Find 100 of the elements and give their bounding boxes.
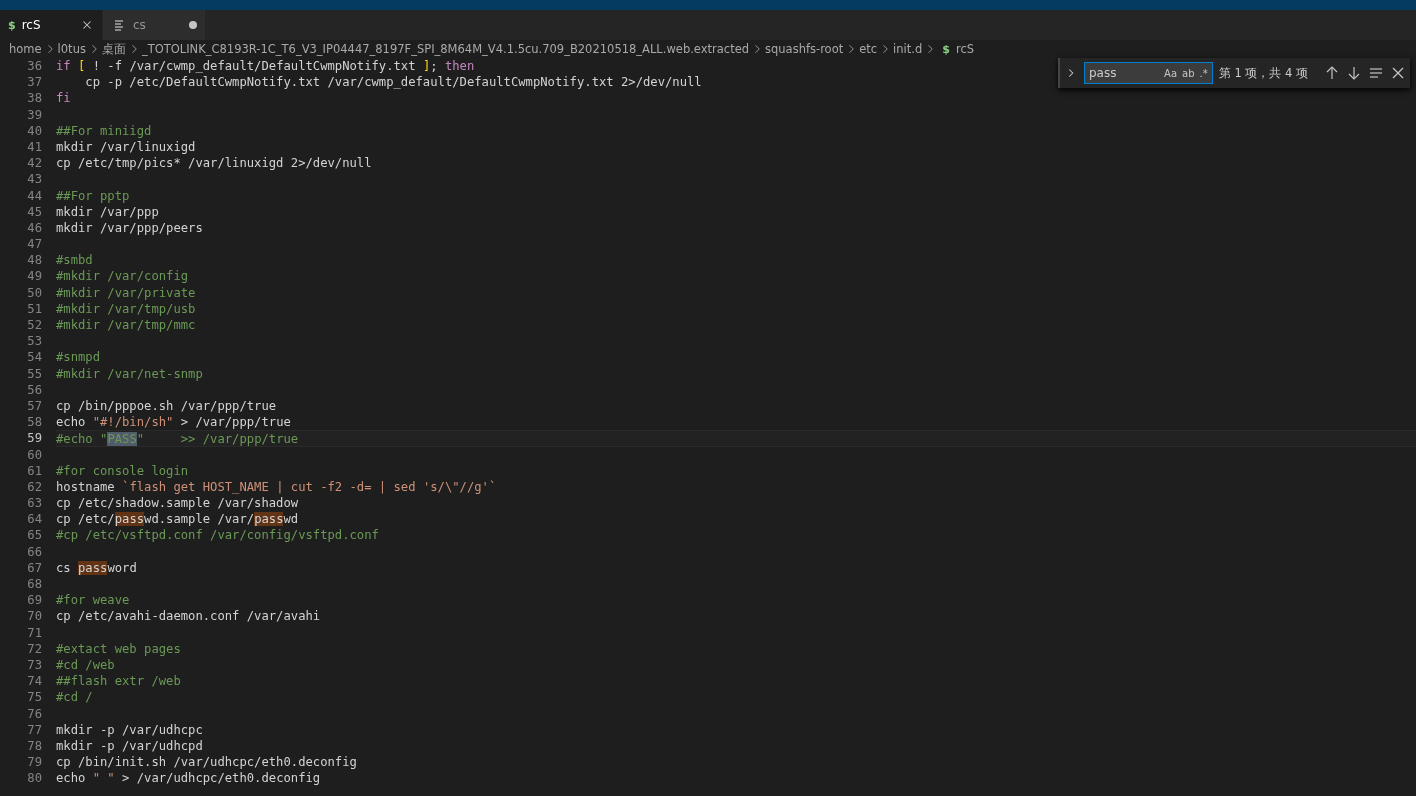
line-number: 40	[26, 122, 43, 139]
line-number: 61	[26, 462, 43, 479]
code-line: mkdir -p /var/udhcpc	[56, 721, 203, 738]
close-icon[interactable]	[1390, 65, 1406, 81]
line-number: 51	[26, 300, 43, 317]
code-line: mkdir -p /var/udhcpd	[56, 737, 203, 755]
line-number: 36	[26, 58, 43, 75]
line-number: 58	[26, 414, 43, 431]
line-number: 76	[26, 705, 43, 722]
code-line: ##flash extr /web	[56, 673, 181, 690]
line-number: 78	[26, 737, 43, 755]
option-toggle[interactable]: .*	[1199, 67, 1208, 79]
line-number: 67	[26, 559, 43, 576]
line-number: 45	[26, 203, 43, 220]
line-number: 73	[26, 656, 43, 674]
line-number: 72	[26, 640, 43, 657]
line-number: 60	[26, 446, 43, 463]
code-line: cp /etc/tmp/pics* /var/linuxigd 2>/dev/null	[56, 155, 372, 172]
code-line: #mkdir /var/private	[56, 284, 196, 301]
line-number: 46	[26, 219, 43, 237]
breadcrumb-item[interactable]: _TOTOLINK_C8193R-1C_T6_V3_IP04447_8197F_SPI_8M64M_V4.1.5cu.709_B20210518_ALL.web.extracted	[141, 42, 750, 56]
line-number: 43	[26, 171, 43, 188]
line-number: 62	[26, 478, 43, 496]
line-number: 69	[26, 592, 43, 609]
line-number: 44	[26, 187, 43, 204]
code-line: #for weave	[56, 592, 130, 609]
code-line: echo "#!/bin/sh" > /var/ppp/true	[56, 414, 291, 431]
line-number: 41	[26, 138, 43, 156]
arrow-down-icon[interactable]	[1346, 65, 1362, 81]
line-number: 68	[26, 576, 43, 593]
code-line: #mkdir /var/tmp/usb	[56, 300, 196, 317]
line-number: 37	[26, 74, 43, 91]
code-line: #echo "PASS" >> /var/ppp/true	[56, 431, 299, 446]
code-line: #mkdir /var/net-snmp	[56, 365, 203, 382]
code-line: cp /bin/init.sh /var/udhcpc/eth0.deconfig	[56, 754, 357, 771]
tab[interactable]: $ rcS	[0, 10, 102, 40]
line-number: 53	[26, 333, 43, 350]
code-line: #snmpd	[56, 349, 101, 366]
code-line: cp -p /etc/DefaultCwmpNotify.txt /var/cwmp_default/DefaultCwmpNotify.txt 2>/dev/null	[84, 74, 702, 91]
match-count: 第 1 项，共 4 项	[1218, 65, 1308, 81]
line-number: 57	[26, 397, 43, 415]
breadcrumb-item[interactable]: l0tus	[57, 42, 86, 56]
line-number: 56	[26, 381, 43, 398]
dollar-icon: $	[8, 18, 16, 32]
line-number: 47	[26, 236, 43, 253]
breadcrumb-item[interactable]: etc	[859, 42, 878, 56]
line-number: 54	[26, 349, 43, 366]
arrow-up-icon[interactable]	[1324, 65, 1340, 81]
menu-lines-icon[interactable]	[1368, 65, 1384, 81]
line-number: 38	[26, 90, 43, 107]
line-number: 75	[26, 689, 43, 706]
code-line: mkdir /var/ppp/peers	[56, 219, 203, 237]
code-line: #mkdir /var/tmp/mmc	[56, 317, 196, 334]
line-number: 79	[26, 754, 43, 771]
code-line: #cp /etc/vsftpd.conf /var/config/vsftpd.conf	[56, 527, 379, 544]
line-number: 49	[26, 268, 43, 285]
line-number: 74	[26, 673, 43, 690]
breadcrumb-item[interactable]: rcS	[955, 42, 975, 56]
code-line: #for console login	[56, 462, 189, 479]
line-number: 42	[26, 155, 43, 172]
line-number: 52	[26, 317, 43, 334]
breadcrumb-item[interactable]: 桌面	[101, 41, 126, 57]
breadcrumb-item[interactable]: squashfs-root	[765, 42, 844, 56]
code-line: #mkdir /var/config	[56, 268, 189, 285]
breadcrumb-item[interactable]: home	[9, 42, 42, 56]
code-line: #smbd	[56, 252, 93, 269]
code-line: ##For pptp	[56, 187, 130, 204]
code-line: mkdir /var/linuxigd	[56, 138, 196, 156]
line-number: 63	[26, 495, 43, 512]
code-line: ##For miniigd	[56, 122, 152, 139]
line-number: 64	[26, 511, 43, 528]
code-line: cp /etc/avahi-daemon.conf /var/avahi	[56, 608, 321, 625]
code-line: hostname `flash get HOST_NAME | cut -f2 -d= | sed 's/\"//g'`	[56, 478, 497, 496]
code-line: #cd /	[56, 689, 93, 706]
code-line: cp /etc/shadow.sample /var/shadow	[56, 495, 299, 512]
breadcrumb-item[interactable]: init.d	[893, 42, 923, 56]
line-number: 70	[26, 608, 43, 625]
line-number: 39	[26, 106, 43, 123]
code-line: mkdir /var/ppp	[56, 203, 159, 220]
code-line: echo " " > /var/udhcpc/eth0.deconfig	[56, 770, 321, 787]
line-number: 50	[26, 284, 43, 301]
line-number: 65	[26, 527, 43, 544]
dollar-icon: $	[942, 42, 950, 56]
line-number: 71	[26, 624, 43, 641]
tab[interactable]: cs	[103, 10, 205, 40]
code-line: #extact web pages	[56, 640, 181, 657]
search-field[interactable]: pass Aa ab .*	[1084, 62, 1213, 84]
option-toggle[interactable]: ab	[1182, 67, 1195, 79]
line-number: 80	[26, 770, 43, 787]
line-number: 59	[26, 430, 43, 447]
code-line: if [ ! -f /var/cwmp_default/DefaultCwmpNotify.txt ]; then	[56, 58, 475, 75]
code-line: cp /bin/pppoe.sh /var/ppp/true	[56, 397, 277, 415]
code-line: fi	[56, 90, 71, 107]
line-number: 77	[26, 721, 43, 738]
code-line: #cd /web	[56, 656, 115, 674]
line-number: 55	[26, 365, 43, 382]
code-line: cs password	[56, 559, 137, 576]
code-line: cp /etc/passwd.sample /var/passwd	[56, 511, 299, 528]
option-toggle[interactable]: Aa	[1164, 67, 1178, 79]
line-number: 48	[26, 252, 43, 269]
